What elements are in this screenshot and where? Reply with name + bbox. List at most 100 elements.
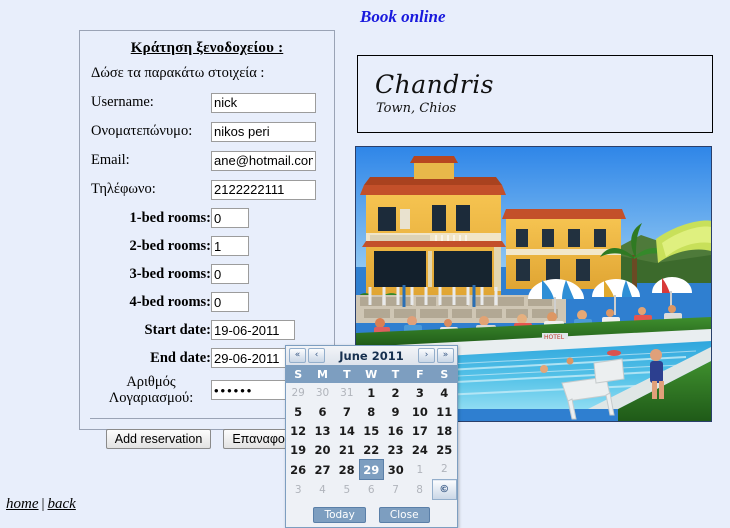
prev-year-icon[interactable]: « <box>289 348 306 363</box>
calendar-day[interactable]: 11 <box>432 402 456 421</box>
next-year-icon[interactable]: » <box>437 348 454 363</box>
calendar-status-icon[interactable]: © <box>431 479 458 500</box>
calendar-day[interactable]: 7 <box>383 480 407 500</box>
calendar-day[interactable]: 15 <box>359 421 383 440</box>
calendar-day[interactable]: 22 <box>359 440 383 460</box>
hotel-info-box: Chandris Town, Chios <box>357 55 713 133</box>
today-button[interactable]: Today <box>313 507 366 523</box>
calendar-day[interactable]: 3 <box>286 480 310 500</box>
calendar-day[interactable]: 2 <box>383 383 407 402</box>
back-link[interactable]: back <box>48 496 76 512</box>
calendar-day[interactable]: 10 <box>408 402 432 421</box>
field-row-phone: Τηλέφωνο: <box>91 175 319 204</box>
calendar-day[interactable]: 8 <box>359 402 383 421</box>
calendar-day-selected[interactable]: 29 <box>358 459 384 480</box>
calendar-day[interactable]: 27 <box>310 460 334 480</box>
svg-text:HOTEL: HOTEL <box>544 334 565 341</box>
add-reservation-button[interactable]: Add reservation <box>105 429 212 450</box>
label-username: Username: <box>91 94 154 110</box>
calendar-day[interactable]: 5 <box>335 480 359 500</box>
calendar-day[interactable]: 1 <box>359 383 383 402</box>
calendar-day[interactable]: 26 <box>286 460 310 480</box>
calendar-week-row: 12 13 14 15 16 17 18 <box>286 421 457 440</box>
field-row-1bed: 1-bed rooms: <box>91 204 319 232</box>
calendar-title[interactable]: June 2011 <box>326 349 417 363</box>
calendar-week-row: 19 20 21 22 23 24 25 <box>286 440 457 460</box>
form-title: Κράτηση ξενοδοχείου : <box>130 40 284 56</box>
calendar-day[interactable]: 30 <box>310 383 334 402</box>
next-month-icon[interactable]: › <box>418 348 435 363</box>
calendar-day[interactable]: 2 <box>432 460 456 480</box>
calendar-day[interactable]: 4 <box>310 480 334 500</box>
field-row-fullname: Ονοματεπώνυμο: <box>91 117 319 146</box>
calendar-header: « ‹ June 2011 › » <box>286 346 457 365</box>
rooms-1-bed-input[interactable] <box>211 208 249 228</box>
calendar-day[interactable]: 16 <box>383 421 407 440</box>
calendar-grid: S M T W T F S 29 30 31 1 2 3 4 5 6 7 8 9 10 11 12 13 14 1… <box>286 365 458 500</box>
calendar-day[interactable]: 23 <box>383 440 407 460</box>
calendar-day[interactable]: 19 <box>286 440 310 460</box>
footer-links: home | back <box>6 496 76 513</box>
calendar-day[interactable]: 21 <box>335 440 359 460</box>
label-end-date: End date: <box>150 349 211 366</box>
phone-input[interactable] <box>211 179 316 200</box>
prev-month-icon[interactable]: ‹ <box>308 348 325 363</box>
calendar-day[interactable]: 12 <box>286 421 310 440</box>
calendar-day[interactable]: 5 <box>286 402 310 421</box>
calendar-day[interactable]: 4 <box>432 383 456 402</box>
date-picker-calendar[interactable]: « ‹ June 2011 › » S M T W T F S 29 30 31 1 2… <box>285 345 458 528</box>
calendar-day[interactable]: 9 <box>383 402 407 421</box>
calendar-day[interactable]: 29 <box>286 383 310 402</box>
calendar-day[interactable]: 28 <box>335 460 359 480</box>
calendar-day[interactable]: 13 <box>310 421 334 440</box>
label-email: Email: <box>91 152 130 168</box>
calendar-day[interactable]: 25 <box>432 440 456 460</box>
start-date-input[interactable] <box>211 320 295 340</box>
weekday-header: T <box>383 365 408 383</box>
calendar-day[interactable]: 20 <box>310 440 334 460</box>
weekday-header: M <box>310 365 335 383</box>
calendar-day[interactable]: 30 <box>383 460 407 480</box>
close-button[interactable]: Close <box>378 507 430 523</box>
fullname-input[interactable] <box>211 121 316 142</box>
calendar-day[interactable]: 14 <box>335 421 359 440</box>
calendar-week-row: 5 6 7 8 9 10 11 <box>286 402 457 421</box>
calendar-day[interactable]: 1 <box>408 460 432 480</box>
label-account-number: Αριθμός Λογαριασμού: <box>91 372 211 408</box>
form-subtitle: Δώσε τα παρακάτω στοιχεία : <box>91 65 265 81</box>
calendar-day[interactable]: 18 <box>432 421 456 440</box>
rooms-2-bed-input[interactable] <box>211 236 249 256</box>
hotel-location: Town, Chios <box>376 101 457 116</box>
weekday-header: S <box>286 365 311 383</box>
calendar-week-row: 26 27 28 29 30 1 2 <box>286 459 457 480</box>
page-title: Book online <box>360 7 446 26</box>
label-4-bed-rooms: 4-bed rooms: <box>129 293 212 310</box>
label-1-bed-rooms: 1-bed rooms: <box>129 209 212 226</box>
calendar-day[interactable]: 7 <box>335 402 359 421</box>
username-input[interactable] <box>211 92 316 113</box>
weekday-header: F <box>407 365 433 383</box>
field-row-4bed: 4-bed rooms: <box>91 288 319 316</box>
label-start-date: Start date: <box>144 321 211 338</box>
calendar-week-row: 3 4 5 6 7 8 © <box>286 479 458 500</box>
label-2-bed-rooms: 2-bed rooms: <box>129 237 212 254</box>
calendar-day[interactable]: 31 <box>335 383 359 402</box>
calendar-day[interactable]: 17 <box>408 421 432 440</box>
home-link[interactable]: home <box>6 496 39 512</box>
hotel-name: Chandris <box>375 70 495 99</box>
field-row-2bed: 2-bed rooms: <box>91 232 319 260</box>
calendar-week-row: 29 30 31 1 2 3 4 <box>286 383 457 402</box>
calendar-day[interactable]: 8 <box>408 480 432 500</box>
field-row-start-date: Start date: <box>91 316 319 344</box>
label-account-number-line2: Λογαριασμού: <box>108 390 194 407</box>
rooms-4-bed-input[interactable] <box>211 292 249 312</box>
field-row-3bed: 3-bed rooms: <box>91 260 319 288</box>
rooms-3-bed-input[interactable] <box>211 264 249 284</box>
end-date-input[interactable] <box>211 348 295 368</box>
calendar-day[interactable]: 6 <box>310 402 334 421</box>
calendar-day[interactable]: 6 <box>359 480 383 500</box>
label-fullname: Ονοματεπώνυμο: <box>91 123 193 139</box>
calendar-day[interactable]: 3 <box>408 383 432 402</box>
calendar-day[interactable]: 24 <box>408 440 432 460</box>
email-input[interactable] <box>211 150 316 171</box>
